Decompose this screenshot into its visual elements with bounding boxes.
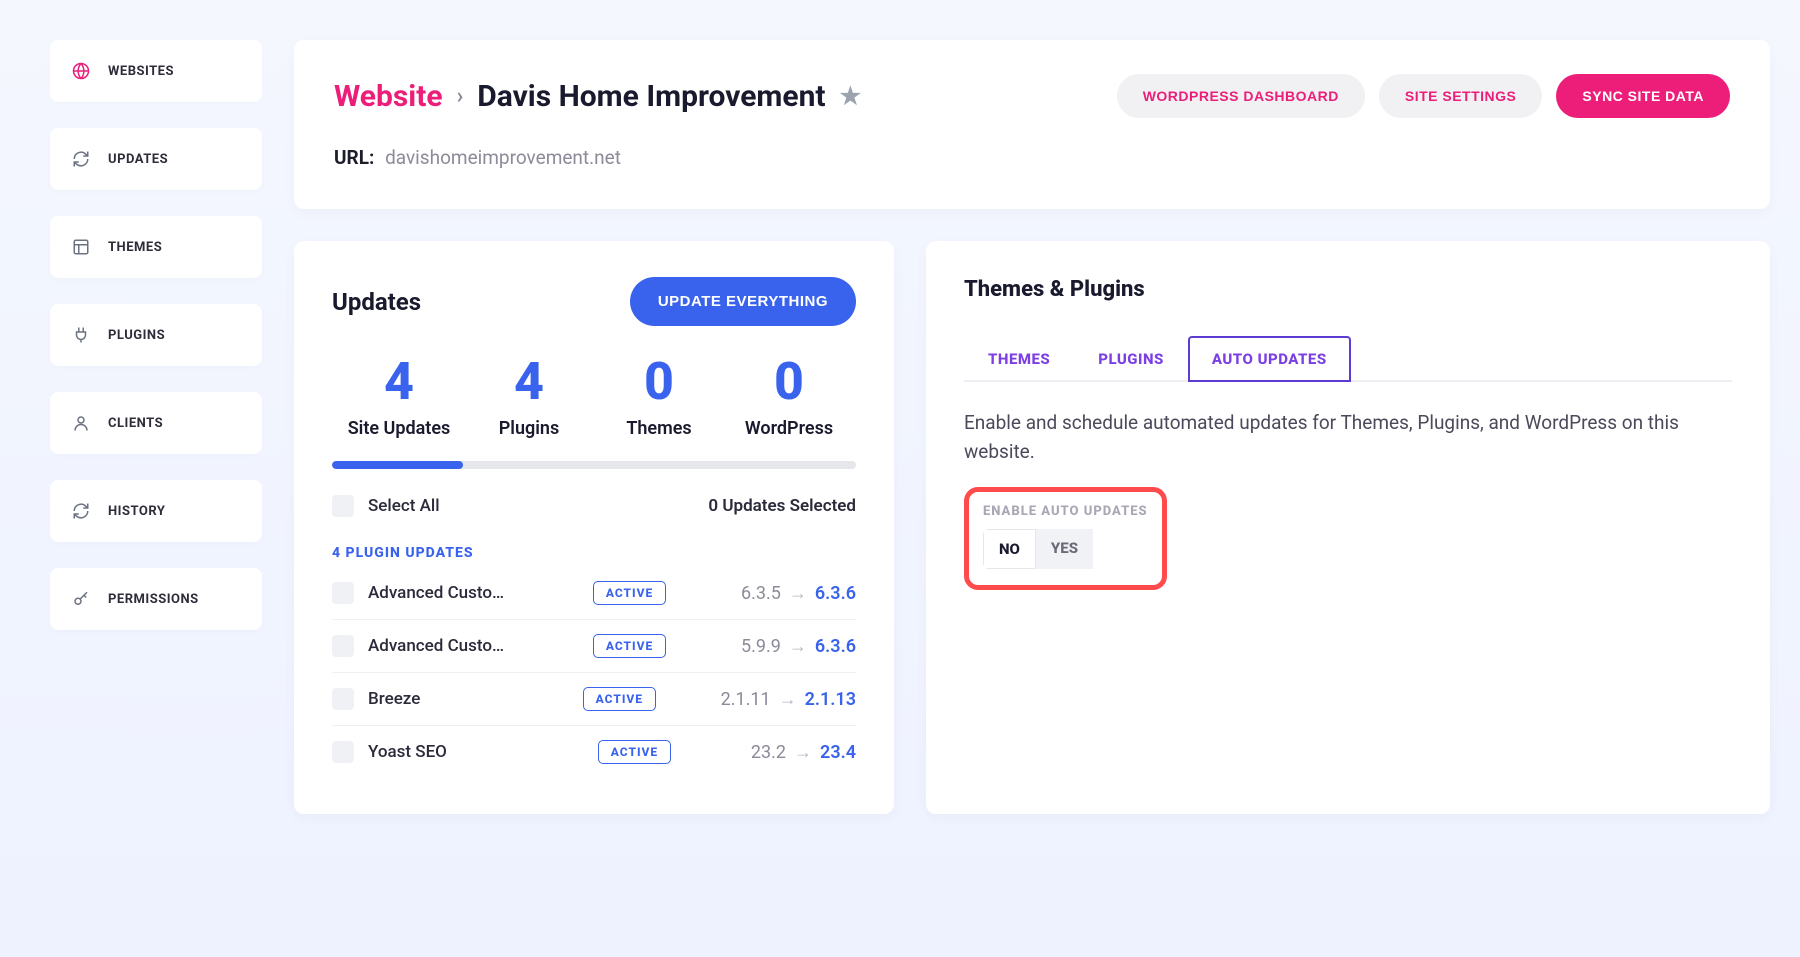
header-actions: WORDPRESS DASHBOARD SITE SETTINGS SYNC S… [1117,74,1730,118]
tab-auto-updates[interactable]: AUTO UPDATES [1188,336,1351,382]
version-new: 2.1.13 [805,689,856,710]
plugin-row[interactable]: Yoast SEO ACTIVE 23.2 → 23.4 [332,726,856,778]
sidebar-label: UPDATES [108,152,168,167]
plugin-name: Breeze [368,689,518,709]
enable-auto-updates-highlight: ENABLE AUTO UPDATES NO YES [964,487,1167,590]
version-old: 23.2 [751,742,786,763]
plugin-checkbox[interactable] [332,741,354,763]
enable-auto-updates-label: ENABLE AUTO UPDATES [983,504,1148,519]
sidebar-item-updates[interactable]: UPDATES [50,128,262,190]
version-new: 23.4 [820,742,856,763]
plug-icon [72,326,90,344]
globe-icon [72,62,90,80]
auto-updates-description: Enable and schedule automated updates fo… [964,408,1732,467]
layout-icon [72,238,90,256]
plugin-row[interactable]: Advanced Custo… ACTIVE 5.9.9 → 6.3.6 [332,620,856,673]
progress-bar [332,461,856,469]
sidebar-item-plugins[interactable]: PLUGINS [50,304,262,366]
plugin-name: Yoast SEO [368,742,518,762]
sync-site-data-button[interactable]: SYNC SITE DATA [1556,74,1730,118]
sidebar-item-history[interactable]: HISTORY [50,480,262,542]
plugin-checkbox[interactable] [332,635,354,657]
url-label: URL: [334,146,374,169]
key-icon [72,590,90,608]
refresh-icon [72,150,90,168]
url-value[interactable]: davishomeimprovement.net [385,146,621,169]
wordpress-dashboard-button[interactable]: WORDPRESS DASHBOARD [1117,74,1365,118]
sidebar-label: CLIENTS [108,416,163,431]
active-badge: ACTIVE [598,740,671,764]
plugin-updates-heading: 4 PLUGIN UPDATES [332,545,856,561]
active-badge: ACTIVE [583,687,656,711]
site-settings-button[interactable]: SITE SETTINGS [1379,74,1543,118]
arrow-right-icon: → [789,636,807,657]
plugin-checkbox[interactable] [332,582,354,604]
select-all-label[interactable]: Select All [368,496,440,516]
sidebar-label: PERMISSIONS [108,592,199,607]
progress-fill [332,461,463,469]
plugin-row[interactable]: Advanced Custo… ACTIVE 6.3.5 → 6.3.6 [332,567,856,620]
stat-themes: 0 Themes [594,356,724,439]
sidebar-label: WEBSITES [108,64,174,79]
toggle-yes[interactable]: YES [1036,529,1093,569]
breadcrumb-root[interactable]: Website [334,79,443,114]
toggle-no[interactable]: NO [983,529,1036,569]
select-all-checkbox[interactable] [332,495,354,517]
arrow-right-icon: → [779,689,797,710]
version-old: 6.3.5 [741,583,781,604]
updates-card: Updates UPDATE EVERYTHING 4 Site Updates… [294,241,894,814]
plugin-checkbox[interactable] [332,688,354,710]
sidebar-item-clients[interactable]: CLIENTS [50,392,262,454]
plugin-row[interactable]: Breeze ACTIVE 2.1.11 → 2.1.13 [332,673,856,726]
version-old: 5.9.9 [741,636,781,657]
stat-site-updates: 4 Site Updates [334,356,464,439]
breadcrumb: Website › Davis Home Improvement ★ [334,79,861,114]
url-row: URL: davishomeimprovement.net [334,146,1730,169]
tabs: THEMES PLUGINS AUTO UPDATES [964,334,1732,382]
update-everything-button[interactable]: UPDATE EVERYTHING [630,277,856,326]
updates-title: Updates [332,288,421,316]
sidebar-item-permissions[interactable]: PERMISSIONS [50,568,262,630]
sidebar-label: HISTORY [108,504,165,519]
auto-updates-toggle: NO YES [983,529,1100,569]
breadcrumb-current: Davis Home Improvement [477,79,825,114]
header-card: Website › Davis Home Improvement ★ WORDP… [294,40,1770,209]
updates-selected-count: 0 Updates Selected [708,496,856,516]
themes-plugins-title: Themes & Plugins [964,277,1732,302]
sidebar-item-websites[interactable]: WEBSITES [50,40,262,102]
stat-plugins: 4 Plugins [464,356,594,439]
sidebar-label: THEMES [108,240,162,255]
arrow-right-icon: → [789,583,807,604]
star-icon[interactable]: ★ [840,82,862,110]
active-badge: ACTIVE [593,581,666,605]
plugin-name: Advanced Custo… [368,636,518,656]
stat-wordpress: 0 WordPress [724,356,854,439]
themes-plugins-card: Themes & Plugins THEMES PLUGINS AUTO UPD… [926,241,1770,814]
plugin-name: Advanced Custo… [368,583,518,603]
active-badge: ACTIVE [593,634,666,658]
refresh-icon [72,502,90,520]
tab-plugins[interactable]: PLUGINS [1074,336,1188,382]
version-new: 6.3.6 [815,636,856,657]
sidebar-label: PLUGINS [108,328,165,343]
sidebar-item-themes[interactable]: THEMES [50,216,262,278]
sidebar: WEBSITES UPDATES THEMES PLUGINS CLIENTS [50,40,262,814]
tab-themes[interactable]: THEMES [964,336,1074,382]
user-icon [72,414,90,432]
version-new: 6.3.6 [815,583,856,604]
version-old: 2.1.11 [721,689,771,710]
arrow-right-icon: → [794,742,812,763]
chevron-right-icon: › [457,84,464,109]
